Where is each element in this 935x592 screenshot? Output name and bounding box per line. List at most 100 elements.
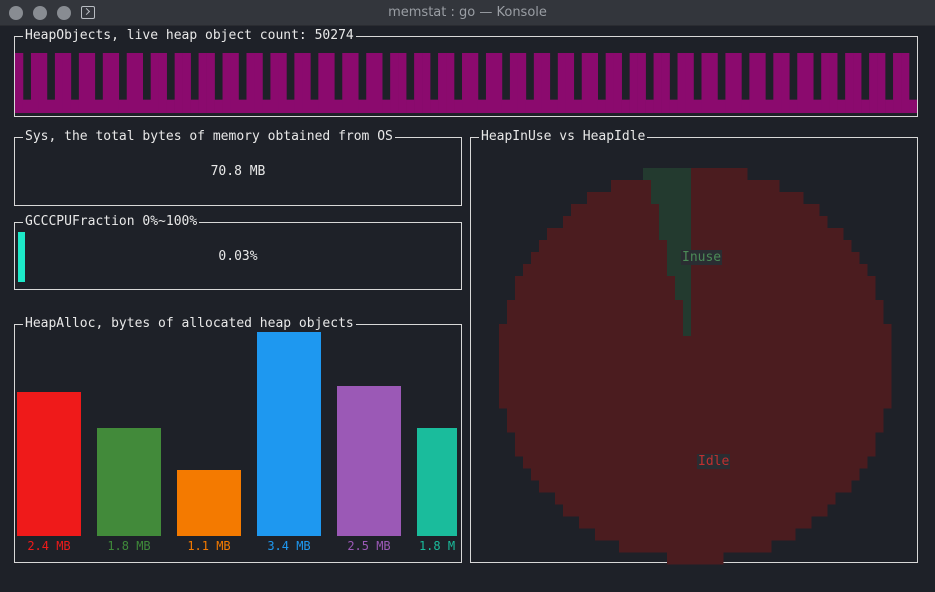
pie-slice-idle xyxy=(643,516,652,529)
pie-slice-inuse xyxy=(683,300,692,313)
pie-slice-idle xyxy=(523,456,532,469)
pie-slice-idle xyxy=(507,324,516,337)
pie-slice-idle xyxy=(619,516,628,529)
pie-slice-idle xyxy=(499,348,508,361)
heap-objects-bar xyxy=(733,53,742,113)
pie-slice-idle xyxy=(779,396,788,409)
heap-objects-bar xyxy=(893,53,902,113)
pie-slice-idle xyxy=(563,504,572,517)
pie-slice-idle xyxy=(515,336,524,349)
pie-slice-idle xyxy=(627,180,636,193)
pie-slice-idle xyxy=(619,384,628,397)
pie-slice-idle xyxy=(571,216,580,229)
pie-slice-idle xyxy=(707,336,716,349)
pie-slice-idle xyxy=(539,468,548,481)
pie-slice-idle xyxy=(667,324,676,337)
pie-slice-idle xyxy=(603,396,612,409)
pie-slice-idle xyxy=(547,396,556,409)
pie-slice-idle xyxy=(571,384,580,397)
pie-slice-idle xyxy=(715,396,724,409)
pie-slice-idle xyxy=(539,264,548,277)
heap-alloc-bar-label: 2.4 MB xyxy=(27,539,71,553)
pie-slice-idle xyxy=(539,312,548,325)
pie-slice-idle xyxy=(659,528,668,541)
pie-slice-idle xyxy=(763,348,772,361)
pie-slice-idle xyxy=(627,492,636,505)
pie-slice-idle xyxy=(851,264,860,277)
pie-slice-idle xyxy=(731,468,740,481)
pie-slice-idle xyxy=(755,528,764,541)
pie-slice-idle xyxy=(707,516,716,529)
pie-slice-inuse xyxy=(675,264,684,277)
pie-slice-idle xyxy=(627,324,636,337)
pie-slice-idle xyxy=(579,312,588,325)
pie-slice-idle xyxy=(835,456,844,469)
pie-slice-idle xyxy=(627,360,636,373)
pie-slice-idle xyxy=(779,516,788,529)
pie-slice-idle xyxy=(739,492,748,505)
terminal-content[interactable]: HeapObjects, live heap object count: 502… xyxy=(0,26,935,592)
pie-slice-idle xyxy=(731,264,740,277)
pie-slice-idle xyxy=(747,336,756,349)
pie-slice-idle xyxy=(779,192,788,205)
pie-slice-idle xyxy=(507,348,516,361)
pie-slice-idle xyxy=(659,468,668,481)
pie-slice-idle xyxy=(683,504,692,517)
pie-slice-idle xyxy=(539,336,548,349)
pie-slice-idle xyxy=(635,540,644,553)
pie-slice-idle xyxy=(811,384,820,397)
pie-slice-idle xyxy=(507,312,516,325)
pie-slice-idle xyxy=(771,420,780,433)
pie-slice-idle xyxy=(723,228,732,241)
pie-slice-idle xyxy=(747,432,756,445)
pie-slice-idle xyxy=(723,372,732,385)
pie-slice-idle xyxy=(547,480,556,493)
pie-slice-idle xyxy=(651,468,660,481)
pie-slice-idle xyxy=(595,408,604,421)
pie-slice-idle xyxy=(843,432,852,445)
pie-slice-idle xyxy=(883,372,892,385)
pie-slice-idle xyxy=(555,252,564,265)
pie-slice-idle xyxy=(667,408,676,421)
pie-slice-idle xyxy=(683,372,692,385)
heap-objects-bar xyxy=(581,53,591,113)
pie-slice-idle xyxy=(587,516,596,529)
heap-objects-bar xyxy=(398,53,407,113)
pie-slice-idle xyxy=(563,432,572,445)
pie-slice-idle xyxy=(747,396,756,409)
pie-slice-idle xyxy=(635,504,644,517)
pie-slice-idle xyxy=(795,288,804,301)
pie-slice-idle xyxy=(803,456,812,469)
pie-slice-idle xyxy=(539,252,548,265)
pie-slice-idle xyxy=(595,192,604,205)
pie-slice-idle xyxy=(547,420,556,433)
pie-slice-idle xyxy=(771,372,780,385)
pie-slice-idle xyxy=(779,252,788,265)
pie-slice-idle xyxy=(619,240,628,253)
pie-slice-idle xyxy=(539,348,548,361)
pie-slice-idle xyxy=(835,228,844,241)
pie-slice-idle xyxy=(731,192,740,205)
pie-slice-idle xyxy=(787,432,796,445)
pie-slice-idle xyxy=(811,504,820,517)
heap-objects-bar xyxy=(462,53,471,113)
pie-slice-idle xyxy=(731,456,740,469)
pie-slice-inuse xyxy=(683,264,692,277)
pie-slice-idle xyxy=(803,504,812,517)
pie-slice-idle xyxy=(731,372,740,385)
pie-slice-idle xyxy=(595,504,604,517)
pie-slice-idle xyxy=(755,360,764,373)
pie-slice-idle xyxy=(763,336,772,349)
pie-slice-idle xyxy=(723,492,732,505)
pie-slice-idle xyxy=(835,360,844,373)
pie-slice-idle xyxy=(723,384,732,397)
pie-slice-idle xyxy=(603,516,612,529)
pie-slice-idle xyxy=(627,192,636,205)
heap-objects-bar xyxy=(741,99,750,113)
pie-slice-idle xyxy=(547,372,556,385)
pie-slice-idle xyxy=(603,216,612,229)
pie-slice-idle xyxy=(563,456,572,469)
heap-objects-bar xyxy=(605,53,614,113)
pie-slice-idle xyxy=(667,516,676,529)
pie-slice-idle xyxy=(867,408,876,421)
